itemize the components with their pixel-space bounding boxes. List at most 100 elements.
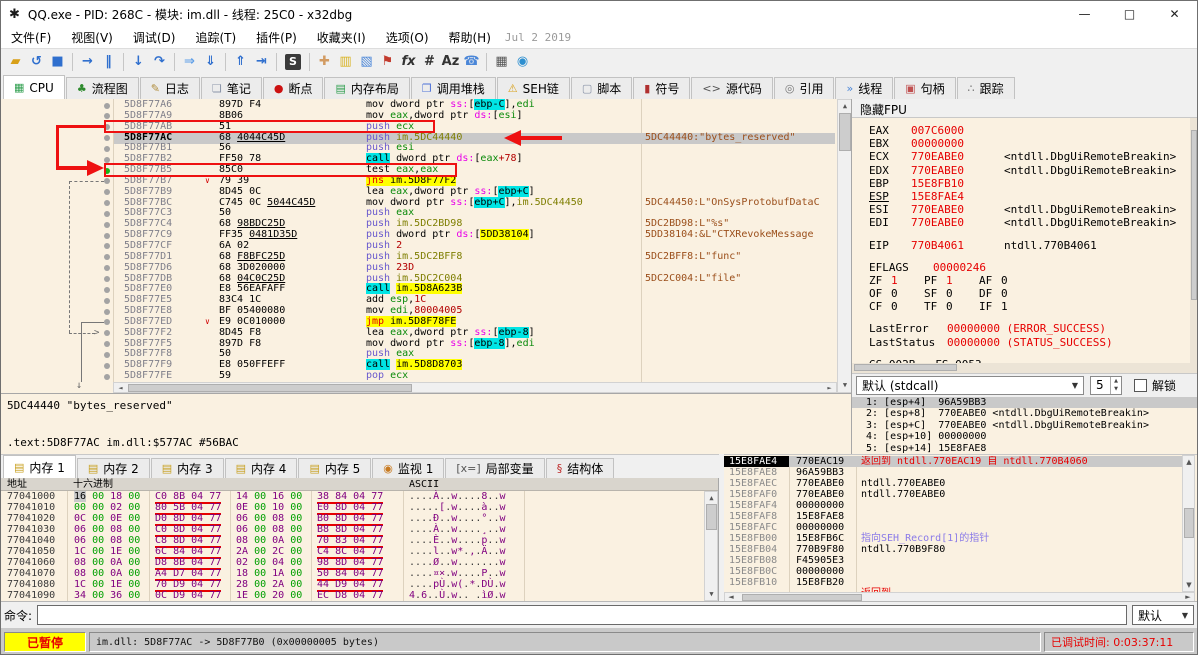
open-file-icon[interactable]: ▰ bbox=[5, 52, 26, 72]
dump-row[interactable]: 77041030 06 00 08 00 C0 8D 04 77 06 00 08 0… bbox=[1, 524, 704, 537]
dump-row[interactable]: 77041090 34 00 36 00 0C D9 04 77 1E 00 20 0… bbox=[1, 590, 704, 603]
stack-row[interactable]: 15E8FB00 15E8FB6C 指向SEH_Record[1]的指针 bbox=[724, 533, 1182, 544]
strings-icon[interactable]: Az bbox=[440, 52, 461, 72]
command-profile-select[interactable]: 默认 ▼ bbox=[1132, 605, 1194, 625]
instruction-dot[interactable] bbox=[104, 145, 110, 152]
instruction-dot[interactable] bbox=[104, 276, 110, 283]
stack-row[interactable]: 15E8FAF0 770EABE0 ntdll.770EABE0 bbox=[724, 489, 1182, 500]
scroll-thumb[interactable] bbox=[1184, 508, 1194, 538]
register-row[interactable]: EAX 007C6000 bbox=[869, 124, 1190, 137]
tab-symbols[interactable]: ▮ 符号 bbox=[633, 77, 691, 99]
menu-item-7[interactable]: 选项(O) bbox=[376, 27, 439, 48]
pause-icon[interactable]: ‖ bbox=[98, 52, 119, 72]
tab-call-stack[interactable]: ❐ 调用堆栈 bbox=[410, 77, 496, 99]
dump-row[interactable]: 77041040 06 00 08 00 C8 8D 04 77 08 00 0A 0… bbox=[1, 535, 704, 548]
instruction-dot[interactable] bbox=[104, 210, 110, 217]
stack-row[interactable]: 15E8FB04 770B9F80 ntdll.770B9F80 bbox=[724, 544, 1182, 555]
tab-log[interactable]: ✎ 日志 bbox=[139, 77, 200, 99]
stack-argument-row[interactable]: 2: [esp+8] 770EABE0 <ntdll.DbgUiRemoteBr… bbox=[852, 408, 1197, 419]
attach-icon[interactable]: ☎ bbox=[461, 52, 482, 72]
tab-dump-4[interactable]: ▤ 内存 4 bbox=[224, 458, 298, 478]
tab-notes[interactable]: ❏ 笔记 bbox=[200, 77, 262, 99]
register-row[interactable]: EDI 770EABE0 <ntdll.DbgUiRemoteBreakin> bbox=[869, 216, 1190, 229]
register-row[interactable]: LastStatus 00000000 (STATUS_SUCCESS) bbox=[869, 336, 1190, 349]
instruction-dot[interactable] bbox=[104, 319, 110, 326]
instruction-dot[interactable] bbox=[104, 243, 110, 250]
dump-row[interactable]: 77041060 08 00 0A 00 D8 8B 04 77 02 00 04 0… bbox=[1, 557, 704, 570]
scroll-thumb[interactable] bbox=[706, 504, 717, 530]
instruction-dot[interactable] bbox=[104, 362, 110, 369]
tab-seh[interactable]: ⚠ SEH链 bbox=[496, 77, 570, 99]
stack-argument-row[interactable]: 1: [esp+4] 96A59BB3 bbox=[852, 397, 1197, 409]
bookmarks-icon[interactable]: ⚑ bbox=[377, 52, 398, 72]
stack-row[interactable]: 15E8FAE8 96A59BB3 bbox=[724, 467, 1182, 478]
register-row[interactable]: OF 0 SF 0 DF 0 bbox=[869, 287, 1190, 300]
step-over-icon[interactable]: ↷ bbox=[149, 52, 170, 72]
stack-argument-row[interactable]: 4: [esp+10] 00000000 bbox=[852, 431, 1197, 442]
globe-icon[interactable]: ◉ bbox=[512, 52, 533, 72]
menu-item-1[interactable]: 文件(F) bbox=[1, 27, 61, 48]
tab-dump-1[interactable]: ▤ 内存 1 bbox=[3, 455, 76, 478]
comments-icon[interactable]: ▥ bbox=[335, 52, 356, 72]
tab-dump-2[interactable]: ▤ 内存 2 bbox=[76, 458, 150, 478]
register-row[interactable]: EBX 00000000 bbox=[869, 137, 1190, 150]
argument-count-stepper[interactable]: 5 ▲ ▼ bbox=[1090, 376, 1122, 395]
scroll-thumb[interactable] bbox=[128, 384, 412, 392]
command-input[interactable] bbox=[37, 605, 1127, 625]
register-row[interactable]: EFLAGS 00000246 bbox=[869, 261, 1190, 274]
menu-item-2[interactable]: 视图(V) bbox=[61, 27, 123, 48]
menu-item-5[interactable]: 插件(P) bbox=[246, 27, 307, 48]
register-row[interactable]: ESP 15E8FAE4 bbox=[869, 190, 1190, 203]
stop-icon[interactable]: ■ bbox=[47, 52, 68, 72]
dump-row[interactable]: 77041080 1C 00 1E 00 70 D9 04 77 28 00 2A 0… bbox=[1, 579, 704, 592]
instruction-dot[interactable] bbox=[104, 102, 110, 109]
step-into-icon[interactable]: ↓ bbox=[128, 52, 149, 72]
scroll-down-icon[interactable]: ▼ bbox=[839, 380, 851, 391]
dump-row[interactable]: 77041050 1C 00 1E 00 6C 84 04 77 2A 00 2C 0… bbox=[1, 546, 704, 559]
tab-threads[interactable]: » 线程 bbox=[835, 77, 894, 99]
dump-vertical-scrollbar[interactable]: ▲ ▼ bbox=[704, 491, 718, 601]
dump-row[interactable]: 77041010 00 00 02 00 80 5B 04 77 0E 00 10 0… bbox=[1, 502, 704, 515]
dump-row[interactable]: 77041070 08 00 0A 00 A4 D7 04 77 18 00 1A 0… bbox=[1, 568, 704, 581]
step-out-icon[interactable]: ⇓ bbox=[200, 52, 221, 72]
memory-dump-panel[interactable]: 地址 十六进制 ASCII 77041000 16 00 18 00 C0 8B 0… bbox=[1, 478, 719, 603]
maximize-button[interactable]: □ bbox=[1107, 1, 1152, 27]
tab-breakpoints[interactable]: ● 断点 bbox=[262, 77, 324, 99]
run-to-cursor-icon[interactable]: ⇒ bbox=[179, 52, 200, 72]
menu-item-6[interactable]: 收藏夹(I) bbox=[307, 27, 376, 48]
instruction-dot[interactable] bbox=[104, 373, 110, 380]
register-row[interactable]: ZF 1 PF 1 AF 0 bbox=[869, 274, 1190, 287]
functions-icon[interactable]: fx bbox=[398, 52, 419, 72]
scroll-up-icon[interactable]: ▲ bbox=[839, 101, 851, 112]
graph-icon[interactable]: ▧ bbox=[356, 52, 377, 72]
menu-item-8[interactable]: 帮助(H) bbox=[439, 27, 501, 48]
instruction-dot[interactable] bbox=[104, 232, 110, 239]
register-row[interactable]: EIP 770B4061 ntdll.770B4061 bbox=[869, 239, 1190, 252]
instruction-dot[interactable] bbox=[104, 341, 110, 348]
stack-argument-row[interactable]: 5: [esp+14] 15E8FAE8 bbox=[852, 443, 1197, 454]
instruction-dot[interactable] bbox=[104, 178, 110, 185]
stack-argument-row[interactable]: 3: [esp+C] 770EABE0 <ntdll.DbgUiRemoteBr… bbox=[852, 420, 1197, 431]
scroll-right-icon[interactable]: ► bbox=[1183, 594, 1193, 601]
tab-memory-map[interactable]: ▤ 内存布局 bbox=[324, 77, 410, 99]
tab-cpu[interactable]: ▦ CPU bbox=[3, 75, 65, 99]
instruction-dot[interactable] bbox=[104, 221, 110, 228]
tab-struct[interactable]: § 结构体 bbox=[545, 458, 615, 478]
stack-row[interactable]: 15E8FB10 15E8FB20 bbox=[724, 577, 1182, 588]
scroll-up-icon[interactable]: ▲ bbox=[706, 493, 717, 503]
instruction-dot[interactable] bbox=[104, 286, 110, 293]
register-row[interactable]: EDX 770EABE0 <ntdll.DbgUiRemoteBreakin> bbox=[869, 164, 1190, 177]
dump-row[interactable]: 77041020 0C 00 0E 00 D0 8D 04 77 06 00 08 0… bbox=[1, 513, 704, 526]
tab-source[interactable]: <> 源代码 bbox=[691, 77, 773, 99]
dump-row[interactable]: 77041000 16 00 18 00 C0 8B 04 77 14 00 16 0… bbox=[1, 491, 704, 504]
menu-item-4[interactable]: 追踪(T) bbox=[185, 27, 246, 48]
tab-graph[interactable]: ♣ 流程图 bbox=[65, 77, 139, 99]
tab-dump-5[interactable]: ▤ 内存 5 bbox=[298, 458, 372, 478]
scroll-thumb[interactable] bbox=[854, 364, 957, 371]
stack-row[interactable]: 15E8FAF8 15E8FAE8 bbox=[724, 511, 1182, 522]
stack-row[interactable]: 15E8FAEC 770EABE0 ntdll.770EABE0 bbox=[724, 478, 1182, 489]
instruction-dot[interactable] bbox=[104, 265, 110, 272]
instruction-dot[interactable] bbox=[104, 200, 110, 207]
instruction-dot[interactable] bbox=[104, 330, 110, 337]
stack-row[interactable]: 15E8FB0C 00000000 bbox=[724, 566, 1182, 577]
